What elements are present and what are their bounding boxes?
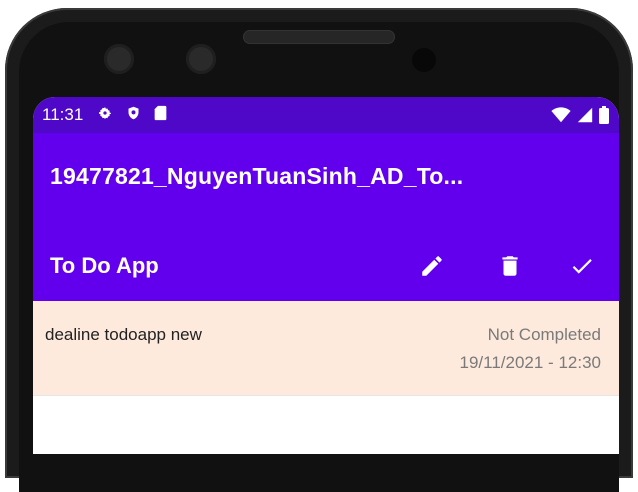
signal-icon (577, 107, 593, 128)
proximity-sensor-icon (412, 48, 436, 72)
status-icons (97, 105, 167, 126)
status-bar: 11:31 (33, 97, 619, 133)
edit-button[interactable] (415, 249, 449, 283)
status-time: 11:31 (42, 105, 84, 124)
delete-icon (502, 256, 518, 276)
delete-button[interactable] (493, 249, 527, 283)
toolbar: To Do App (33, 231, 619, 301)
sd-card-icon (154, 105, 167, 126)
shield-icon (126, 105, 141, 126)
toolbar-title: To Do App (50, 253, 159, 278)
front-camera-icon (104, 44, 134, 74)
front-sensor-icon (186, 44, 216, 74)
battery-icon (599, 106, 609, 129)
todo-list-item[interactable]: dealine todoapp new Not Completed 19/11/… (33, 301, 619, 396)
edit-icon (422, 256, 442, 276)
check-icon (572, 259, 592, 274)
todo-date: 19/11/2021 - 12:30 (459, 353, 601, 372)
todo-title: dealine todoapp new (45, 325, 202, 344)
speaker-grille (243, 30, 395, 44)
app-title: 19477821_NguyenTuanSinh_AD_To... (50, 163, 464, 189)
todo-status: Not Completed (487, 325, 601, 344)
status-right-icons (551, 106, 609, 129)
complete-button[interactable] (565, 249, 599, 283)
phone-screen: 11:31 19477821_NguyenTuanSinh_AD_To... T… (33, 97, 619, 454)
app-title-bar: 19477821_NguyenTuanSinh_AD_To... (33, 133, 619, 231)
gear-icon (97, 105, 113, 126)
wifi-icon (551, 107, 571, 128)
